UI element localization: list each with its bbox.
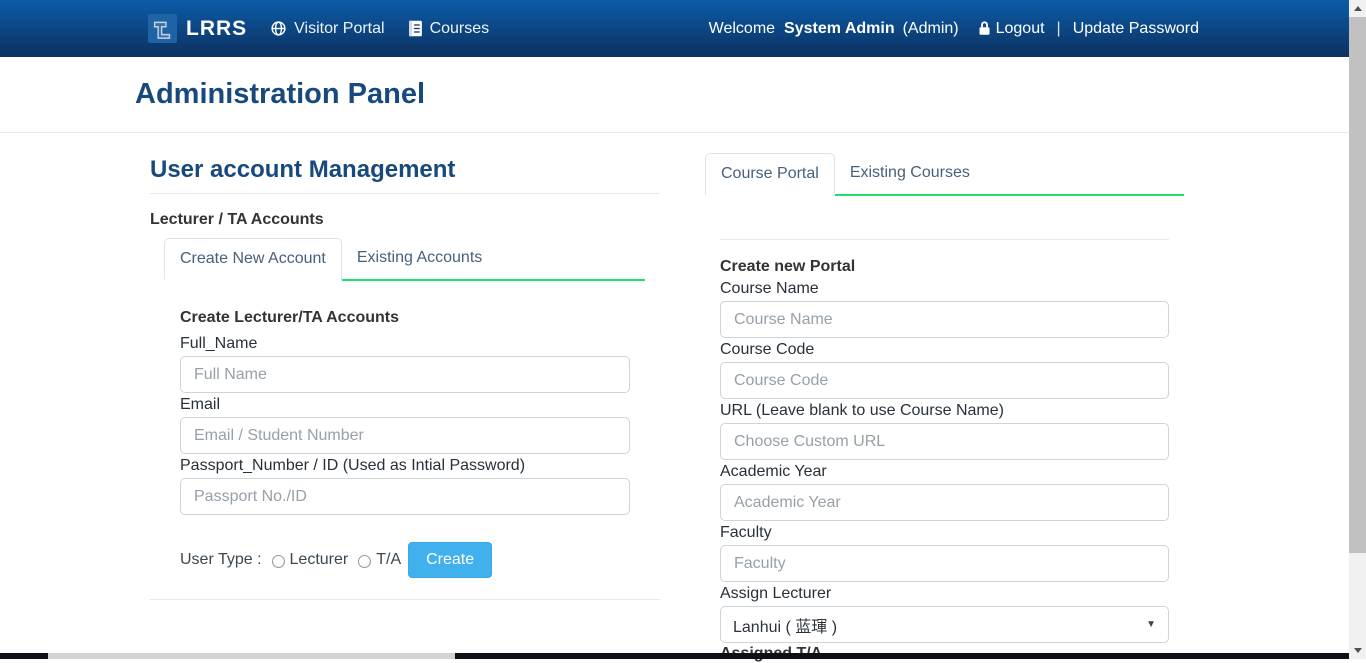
nav-visitor-portal[interactable]: Visitor Portal [270,20,384,38]
email-input[interactable] [180,417,630,454]
course-code-label: Course Code [720,341,1169,359]
nav-separator: | [1057,20,1061,38]
course-tabs: Course Portal Existing Courses [705,153,1184,196]
academic-year-label: Academic Year [720,463,1169,481]
scroll-up-icon[interactable] [1349,0,1366,17]
brand[interactable]: LRRS [148,14,247,43]
select-caret-icon: ▼ [1146,619,1156,630]
tab-existing-accounts[interactable]: Existing Accounts [342,238,497,281]
vertical-scrollbar-thumb[interactable] [1349,17,1366,553]
passport-label: Passport_Number / ID (Used as Intial Pas… [180,457,660,475]
main-content: User account Management Lecturer / TA Ac… [150,133,1200,663]
academic-year-input[interactable] [720,484,1169,521]
lrrs-logo-icon [148,14,177,43]
create-account-heading: Create Lecturer/TA Accounts [180,309,660,327]
email-label: Email [180,396,660,414]
course-portal-panel: Course Portal Existing Courses Create ne… [705,133,1184,663]
lecturer-ta-heading: Lecturer / TA Accounts [150,211,660,229]
divider [150,599,660,600]
page-header: Administration Panel [0,57,1349,133]
lock-icon [977,20,992,37]
tab-create-new-account[interactable]: Create New Account [164,238,342,281]
full-name-input[interactable] [180,356,630,393]
update-password-link[interactable]: Update Password [1073,20,1199,38]
logout-link[interactable]: Logout [996,20,1045,38]
divider [720,239,1169,240]
assign-lecturer-select[interactable]: Lanhui ( 蓝琿 ) ▼ [720,606,1169,643]
radio-lecturer-label: Lecturer [290,551,349,569]
top-navbar: LRRS Visitor Portal Cour [0,0,1349,57]
scroll-down-icon[interactable] [1349,642,1366,659]
passport-input[interactable] [180,478,630,515]
account-tabs: Create New Account Existing Accounts [164,238,645,281]
user-account-panel: User account Management Lecturer / TA Ac… [150,133,660,600]
course-name-label: Course Name [720,280,1169,298]
create-portal-form: Create new Portal Course Name Course Cod… [705,239,1184,663]
create-portal-heading: Create new Portal [720,258,1169,276]
divider [150,193,660,194]
tab-course-portal[interactable]: Course Portal [705,153,835,196]
radio-ta[interactable] [358,555,371,568]
radio-lecturer[interactable] [272,555,285,568]
horizontal-scrollbar[interactable] [0,653,1349,659]
vertical-scrollbar[interactable] [1349,0,1366,659]
course-name-input[interactable] [720,301,1169,338]
brand-label: LRRS [186,17,247,41]
user-type-label: User Type : [180,551,262,569]
horizontal-scrollbar-thumb[interactable] [48,653,455,659]
page-title: Administration Panel [0,57,1349,111]
nav-courses-label: Courses [430,20,490,38]
tab-existing-courses[interactable]: Existing Courses [835,153,985,196]
welcome-text: Welcome [709,20,775,38]
radio-ta-label: T/A [376,551,401,569]
create-button[interactable]: Create [408,542,492,578]
nav-visitor-portal-label: Visitor Portal [294,20,384,38]
course-code-input[interactable] [720,362,1169,399]
user-name: System Admin [784,20,895,38]
create-account-form: Create Lecturer/TA Accounts Full_Name Em… [164,281,660,578]
user-role: (Admin) [903,20,959,38]
book-icon [408,20,423,37]
full-name-label: Full_Name [180,335,660,353]
user-type-row: User Type : Lecturer T/A Create [180,542,660,578]
assign-lecturer-label: Assign Lecturer [720,585,1169,603]
assign-lecturer-value: Lanhui ( 蓝琿 ) [733,613,837,637]
nav-courses[interactable]: Courses [408,20,490,38]
user-account-title: User account Management [150,156,660,184]
custom-url-input[interactable] [720,423,1169,460]
globe-icon [270,20,287,37]
faculty-input[interactable] [720,545,1169,582]
faculty-label: Faculty [720,524,1169,542]
custom-url-label: URL (Leave blank to use Course Name) [720,402,1169,420]
